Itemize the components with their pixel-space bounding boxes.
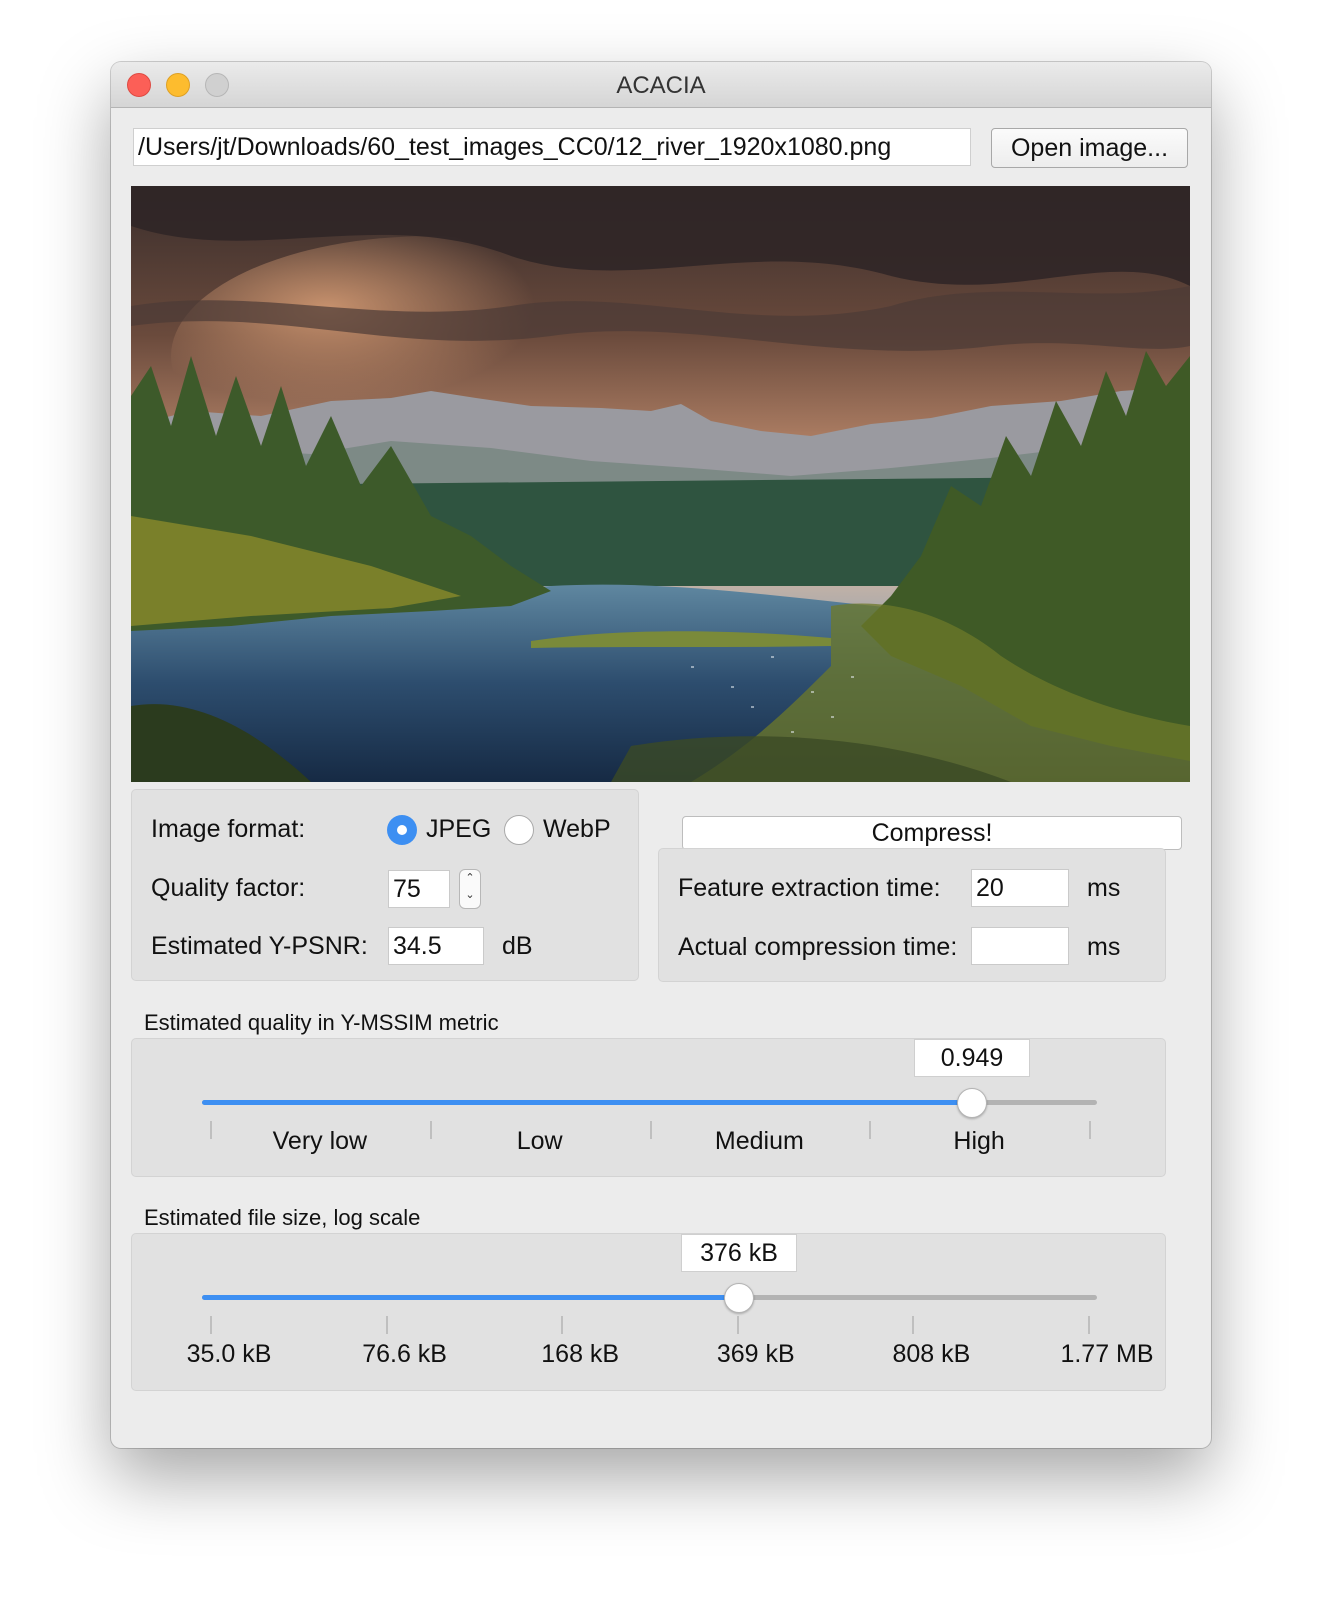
slider-tick-label: Medium bbox=[714, 1127, 804, 1155]
quality-factor-label: Quality factor: bbox=[151, 874, 306, 902]
river-landscape-image bbox=[131, 186, 1190, 782]
title-bar[interactable]: ACACIA bbox=[111, 62, 1211, 108]
chevron-up-icon[interactable]: ⌃ bbox=[465, 872, 474, 884]
slider-tick bbox=[1088, 1316, 1090, 1334]
slider-tick bbox=[736, 1316, 739, 1334]
slider-tick bbox=[210, 1316, 212, 1334]
feature-extraction-unit: ms bbox=[1087, 874, 1121, 902]
quality-slider-title: Estimated quality in Y-MSSIM metric bbox=[144, 1010, 499, 1035]
slider-tick-label: Very low bbox=[272, 1127, 368, 1155]
chevron-down-icon[interactable]: ⌄ bbox=[465, 889, 474, 901]
size-slider-group: 376 kB 35.0 kB 76.6 kB 168 kB 369 kB 808 kB 1… bbox=[131, 1233, 1166, 1391]
slider-tick bbox=[210, 1121, 212, 1139]
slider-tick bbox=[429, 1121, 432, 1139]
size-slider-title: Estimated file size, log scale bbox=[144, 1205, 421, 1230]
compress-button[interactable]: Compress! bbox=[682, 816, 1182, 850]
open-image-button[interactable]: Open image... bbox=[991, 128, 1188, 168]
psnr-value-field[interactable]: 34.5 bbox=[388, 927, 484, 965]
actual-compression-unit: ms bbox=[1087, 933, 1121, 961]
slider-tick bbox=[1089, 1121, 1091, 1139]
timing-group: Feature extraction time: 20 ms Actual co… bbox=[658, 848, 1166, 982]
size-value-box: 376 kB bbox=[681, 1234, 797, 1272]
slider-tick bbox=[869, 1121, 872, 1139]
jpeg-radio[interactable] bbox=[387, 815, 417, 845]
quality-factor-input[interactable]: 75 bbox=[388, 870, 450, 908]
webp-radio-label[interactable]: WebP bbox=[543, 815, 611, 844]
slider-tick-label: 369 kB bbox=[716, 1340, 795, 1368]
slider-tick-label: 168 kB bbox=[541, 1340, 620, 1368]
webp-radio[interactable] bbox=[504, 815, 534, 845]
slider-tick-label: 1.77 MB bbox=[1060, 1340, 1154, 1368]
slider-tick-label: 76.6 kB bbox=[362, 1340, 447, 1368]
psnr-unit: dB bbox=[502, 932, 533, 960]
size-slider-fill bbox=[202, 1295, 739, 1300]
window-title: ACACIA bbox=[616, 72, 706, 99]
slider-tick-label: 808 kB bbox=[892, 1340, 971, 1368]
quality-slider-fill bbox=[202, 1100, 972, 1105]
file-path-field[interactable]: /Users/jt/Downloads/60_test_images_CC0/1… bbox=[133, 128, 971, 166]
slider-tick bbox=[912, 1316, 915, 1334]
quality-stepper[interactable]: ⌃ ⌄ bbox=[459, 869, 481, 909]
size-slider-handle[interactable] bbox=[724, 1283, 754, 1313]
actual-compression-label: Actual compression time: bbox=[678, 933, 958, 961]
image-preview bbox=[131, 186, 1190, 782]
slider-tick bbox=[561, 1316, 564, 1334]
slider-tick-label: 35.0 kB bbox=[186, 1340, 272, 1368]
format-group: Image format: JPEG WebP Quality factor: … bbox=[131, 789, 639, 981]
quality-slider-group: 0.949 Very low Low Medium High bbox=[131, 1038, 1166, 1177]
feature-extraction-label: Feature extraction time: bbox=[678, 874, 941, 902]
quality-slider-handle[interactable] bbox=[956, 1088, 987, 1118]
psnr-label: Estimated Y-PSNR: bbox=[151, 932, 368, 960]
app-window: ACACIA /Users/jt/Downloads/60_test_image… bbox=[111, 62, 1211, 1448]
actual-compression-field[interactable] bbox=[971, 927, 1069, 965]
feature-extraction-field[interactable]: 20 bbox=[971, 869, 1069, 907]
quality-value-box: 0.949 bbox=[914, 1039, 1030, 1077]
slider-tick-label: Low bbox=[516, 1127, 563, 1155]
image-format-label: Image format: bbox=[151, 815, 306, 843]
jpeg-radio-label[interactable]: JPEG bbox=[426, 815, 491, 844]
slider-tick-label: High bbox=[953, 1127, 1005, 1155]
slider-tick bbox=[649, 1121, 652, 1139]
slider-tick bbox=[385, 1316, 388, 1334]
